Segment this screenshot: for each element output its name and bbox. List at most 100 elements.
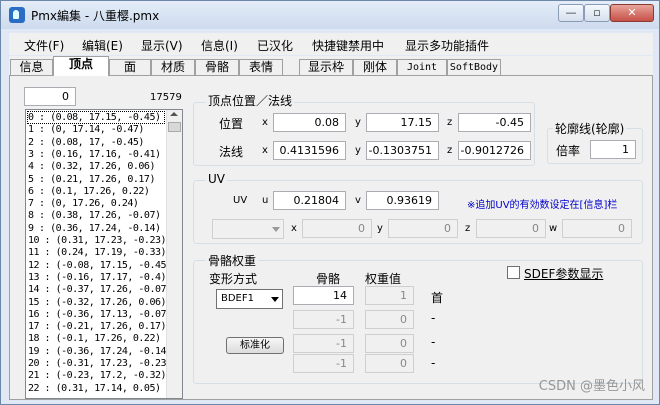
list-item[interactable]: 13 : (-0.16, 17.17, -0.4) [28, 272, 167, 283]
position-heading: 顶点位置／法线 [206, 92, 295, 109]
menu-file[interactable]: 文件(F) [24, 37, 64, 54]
scroll-up-icon[interactable] [170, 112, 178, 116]
menu-plugins[interactable]: 显示多功能插件 [405, 37, 489, 54]
extra-uv-x-label: x [291, 223, 297, 234]
bone-3-input[interactable]: -1 [293, 334, 354, 353]
uv-u-input[interactable]: 0.21804 [273, 191, 346, 210]
list-item[interactable]: 14 : (-0.37, 17.26, -0.07) [28, 284, 172, 295]
position-label: 位置 [219, 117, 244, 131]
normal-z-label: z [447, 145, 453, 156]
weight-2-input[interactable]: 0 [365, 310, 414, 329]
tab-softbody[interactable]: SoftBody [447, 59, 501, 75]
list-item[interactable]: 7 : (0, 17.26, 0.24) [28, 198, 139, 209]
list-item[interactable]: 0 : (0.08, 17.15, -0.45) [27, 111, 165, 124]
list-item[interactable]: 17 : (-0.21, 17.26, 0.17) [28, 321, 167, 332]
deform-type-select[interactable]: BDEF1 [216, 289, 283, 309]
bone-column-header: 骨骼 [316, 272, 341, 286]
list-item[interactable]: 3 : (0.16, 17.16, -0.41) [28, 149, 161, 160]
extra-uv-z-input[interactable]: 0 [476, 219, 546, 238]
list-item[interactable]: 20 : (-0.31, 17.23, -0.23) [28, 358, 172, 369]
deform-type-value: BDEF1 [221, 293, 254, 304]
weight-4-input[interactable]: 0 [365, 354, 414, 373]
weight-3-input[interactable]: 0 [365, 334, 414, 353]
uv-v-label: v [355, 195, 361, 206]
normal-y-label: y [355, 145, 361, 156]
tab-display-frame[interactable]: 显示枠 [299, 59, 353, 75]
weight-heading: 骨骼权重 [206, 252, 259, 269]
weight-1-input[interactable]: 1 [365, 286, 414, 305]
list-item[interactable]: 9 : (0.36, 17.24, -0.14) [28, 223, 161, 234]
extra-uv-x-input[interactable]: 0 [302, 219, 372, 238]
bone-4-input[interactable]: -1 [293, 354, 354, 373]
list-item[interactable]: 6 : (0.1, 17.26, 0.22) [28, 186, 150, 197]
list-item[interactable]: 8 : (0.38, 17.26, -0.07) [28, 210, 161, 221]
sdef-label: SDEF参数显示 [524, 267, 604, 281]
menu-view[interactable]: 显示(V) [141, 37, 183, 54]
list-item[interactable]: 4 : (0.32, 17.26, 0.06) [28, 161, 155, 172]
vertex-list[interactable]: 0 : (0.08, 17.15, -0.45) 1 : (0, 17.14, -… [25, 109, 183, 399]
list-item[interactable]: 16 : (-0.36, 17.13, -0.07) [28, 309, 172, 320]
list-item[interactable]: 1 : (0, 17.14, -0.47) [28, 124, 144, 135]
list-scrollbar[interactable] [166, 110, 182, 398]
tab-joint[interactable]: Joint [397, 59, 447, 75]
bone-2-input[interactable]: -1 [293, 310, 354, 329]
menu-info[interactable]: 信息(I) [201, 37, 238, 54]
extra-uv-w-label: w [549, 223, 558, 234]
normal-x-input[interactable]: 0.4131596 [273, 141, 346, 160]
tab-strip: 信息 顶点 面 材质 骨骼 表情 显示枠 刚体 Joint SoftBody [9, 56, 653, 76]
row-2-dash: - [431, 311, 436, 325]
extra-uv-y-input[interactable]: 0 [388, 219, 458, 238]
maximize-button[interactable]: ▫ [584, 4, 610, 22]
sdef-checkbox[interactable] [507, 266, 520, 279]
list-item[interactable]: 2 : (0.08, 17, -0.45) [28, 137, 144, 148]
vertex-panel: 0 17579 0 : (0.08, 17.15, -0.45) 1 : (0, … [9, 75, 653, 400]
position-x-input[interactable]: 0.08 [273, 113, 346, 132]
vertex-search-input[interactable]: 0 [24, 87, 76, 106]
scroll-thumb[interactable] [168, 122, 181, 132]
menu-shortcuts-disabled[interactable]: 快捷键禁用中 [312, 37, 384, 54]
list-item[interactable]: 11 : (0.24, 17.19, -0.33) [28, 247, 167, 258]
bone-1-input[interactable]: 14 [293, 286, 354, 305]
normal-z-input[interactable]: -0.9012726 [458, 141, 531, 160]
tab-vertex[interactable]: 顶点 [53, 56, 109, 76]
list-item[interactable]: 5 : (0.21, 17.26, 0.17) [28, 174, 155, 185]
list-item[interactable]: 12 : (-0.08, 17.15, -0.45) [28, 260, 172, 271]
tab-rigid-body[interactable]: 刚体 [353, 59, 397, 75]
position-y-input[interactable]: 17.15 [366, 113, 439, 132]
tab-bone[interactable]: 骨骼 [195, 59, 239, 75]
list-item[interactable]: 22 : (0.31, 17.14, 0.05) [28, 383, 161, 394]
tab-material[interactable]: 材质 [151, 59, 195, 75]
position-z-input[interactable]: -0.45 [458, 113, 531, 132]
minimize-button[interactable]: — [558, 4, 584, 22]
title-bar[interactable]: Pmx編集 - 八重樱.pmx — ▫ ✕ [1, 1, 659, 29]
normal-x-label: x [262, 145, 268, 156]
normal-y-input[interactable]: -0.1303751 [366, 141, 439, 160]
first-bone-label: 首 [431, 291, 444, 305]
uv-u-label: u [262, 195, 269, 206]
extra-uv-select[interactable] [212, 219, 284, 239]
menu-bar: 文件(F) 编辑(E) 显示(V) 信息(I) 已汉化 快捷键禁用中 显示多功能… [9, 33, 653, 55]
list-item[interactable]: 18 : (-0.1, 17.26, 0.22) [28, 333, 161, 344]
close-button[interactable]: ✕ [610, 4, 654, 22]
chevron-down-icon [272, 227, 280, 232]
uv-label: UV [233, 195, 248, 206]
outline-heading: 轮廓线(轮廓) [553, 120, 627, 137]
list-item[interactable]: 21 : (-0.23, 17.2, -0.32) [28, 370, 167, 381]
outline-rate-input[interactable]: 1 [590, 140, 636, 159]
list-item[interactable]: 15 : (-0.32, 17.26, 0.06) [28, 297, 167, 308]
tab-face[interactable]: 面 [109, 59, 151, 75]
row-3-dash: - [431, 335, 436, 349]
normalize-button[interactable]: 标准化 [226, 337, 284, 354]
row-4-dash: - [431, 356, 436, 370]
list-item[interactable]: 19 : (-0.36, 17.24, -0.14) [28, 346, 172, 357]
tab-morph[interactable]: 表情 [239, 59, 283, 75]
app-icon [9, 7, 25, 23]
position-y-label: y [355, 117, 361, 128]
normal-label: 法线 [219, 145, 244, 159]
tab-info[interactable]: 信息 [10, 59, 53, 75]
uv-v-input[interactable]: 0.93619 [366, 191, 439, 210]
list-item[interactable]: 10 : (0.31, 17.23, -0.23) [28, 235, 167, 246]
menu-edit[interactable]: 编辑(E) [82, 37, 123, 54]
extra-uv-w-input[interactable]: 0 [562, 219, 632, 238]
menu-localized[interactable]: 已汉化 [257, 37, 293, 54]
